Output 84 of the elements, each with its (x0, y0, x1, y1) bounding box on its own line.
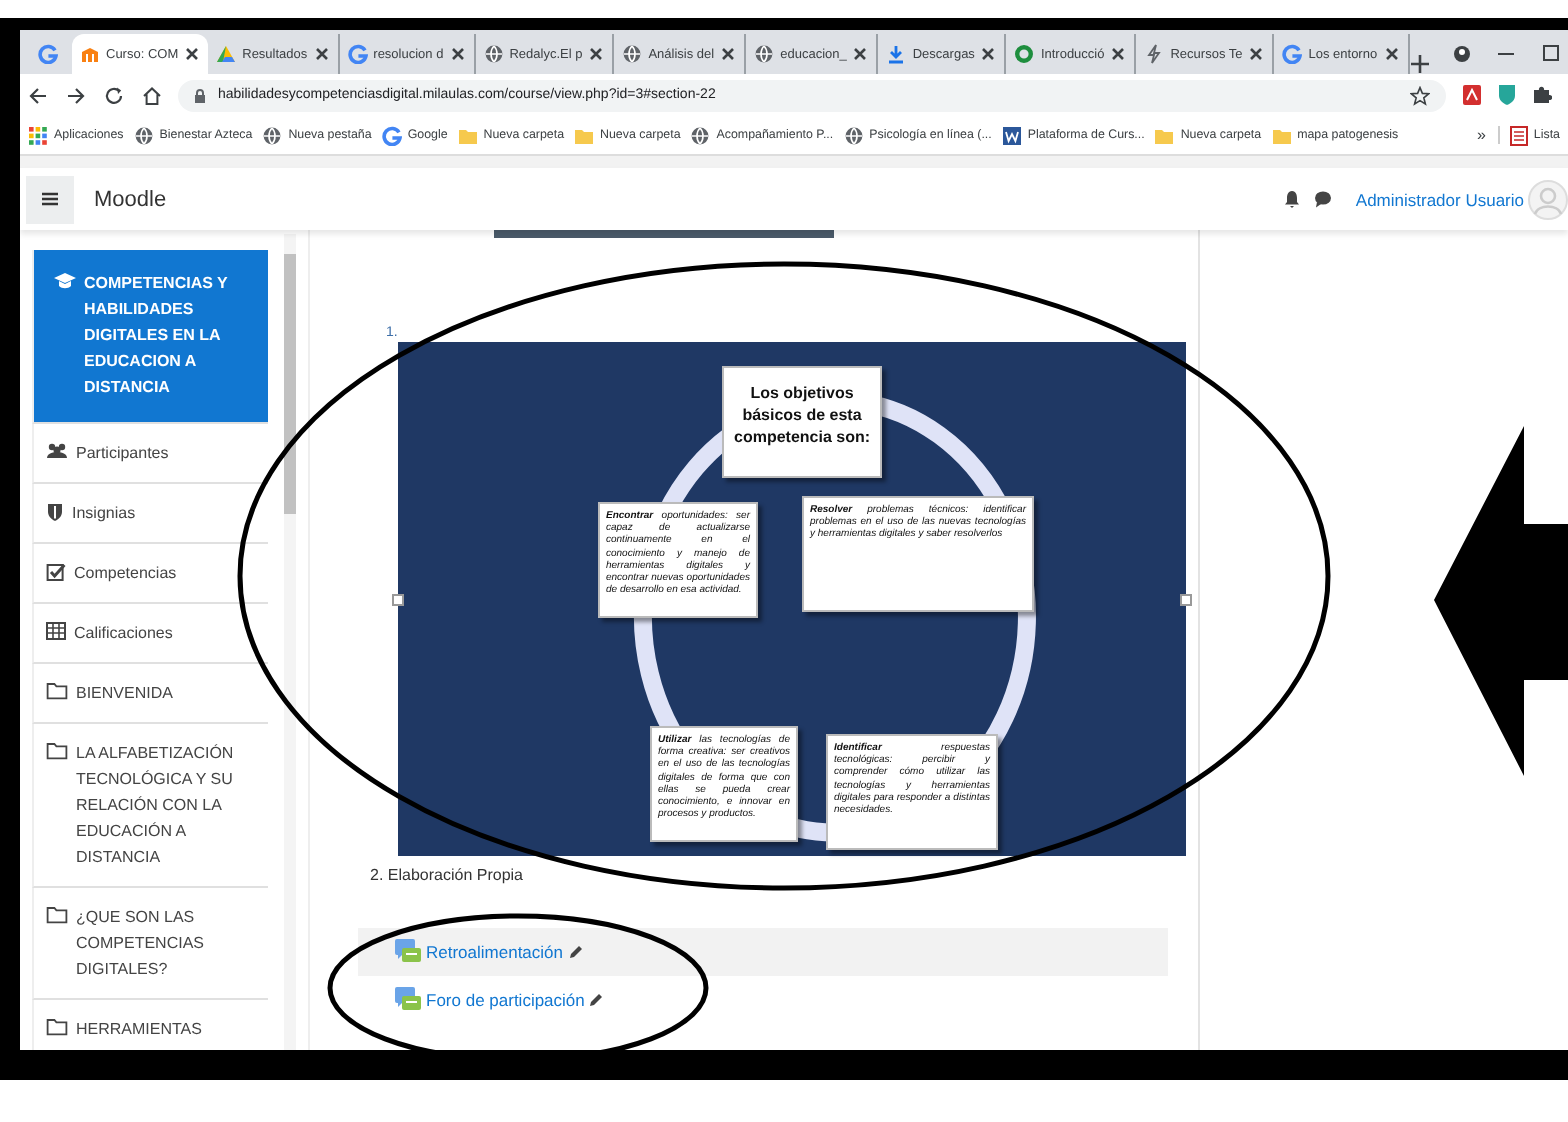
sidebar-item[interactable]: ¿QUE SON LAS COMPETENCIAS DIGITALES? (32, 888, 268, 1000)
close-icon[interactable] (720, 46, 737, 62)
folder-icon (46, 1018, 68, 1036)
close-icon[interactable] (852, 46, 869, 62)
activity-link[interactable]: Foro de participación (426, 990, 585, 1010)
more-bookmarks-button[interactable]: » (1476, 126, 1500, 144)
table-icon (46, 622, 66, 640)
checkbox-icon (46, 562, 66, 582)
forum-icon (394, 986, 422, 1014)
lightning-icon (1144, 44, 1165, 64)
triangle-icon (216, 44, 237, 64)
folder-icon (1154, 125, 1175, 145)
sidebar-item[interactable]: Insignias (32, 484, 268, 544)
figure-caption: 2. Elaboración Propia (370, 866, 525, 884)
resize-handle[interactable] (1180, 594, 1192, 606)
close-icon[interactable] (313, 46, 330, 62)
pencil-icon[interactable] (567, 944, 584, 960)
folder-icon (457, 125, 478, 145)
plus-icon[interactable] (1409, 54, 1430, 74)
google-icon (381, 125, 402, 145)
shield-icon[interactable] (1498, 84, 1516, 106)
star-icon[interactable] (1410, 85, 1430, 105)
google-icon (347, 44, 368, 64)
sidebar-item[interactable]: HERRAMIENTAS (32, 1000, 268, 1050)
menu-button[interactable] (26, 175, 74, 223)
folder-icon (574, 125, 595, 145)
lock-icon (194, 87, 206, 103)
globe-icon (262, 125, 283, 145)
globe-icon (133, 125, 154, 145)
shield-icon (46, 502, 64, 522)
globe-icon (483, 44, 504, 64)
google-icon (38, 44, 58, 64)
home-icon[interactable] (142, 85, 162, 105)
download-icon (886, 44, 907, 64)
users-icon (46, 442, 68, 460)
folder-icon (46, 682, 68, 700)
sidebar-item[interactable]: LA ALFABETIZACIÓN TECNOLÓGICA Y SU RELACIÓN CON LA EDUCACIÓN A DISTANCIA (32, 724, 268, 888)
graduation-cap-icon (54, 272, 76, 290)
sidebar-item[interactable]: Calificaciones (32, 604, 268, 664)
close-icon[interactable] (1110, 46, 1127, 62)
sidebar-item[interactable]: Participantes (32, 424, 268, 484)
activity-row[interactable]: Foro de participación (358, 976, 1168, 1024)
account-icon[interactable] (1452, 44, 1472, 64)
close-icon[interactable] (1383, 46, 1400, 62)
ring-icon (1014, 44, 1035, 64)
resize-handle[interactable] (392, 594, 404, 606)
pencil-icon[interactable] (588, 992, 605, 1008)
apps-grid-icon (28, 125, 48, 145)
sidebar-item[interactable]: COMPETENCIAS Y HABILIDADES DIGITALES EN LA EDUCACION A DISTANCIA (32, 250, 268, 424)
hat-icon (80, 44, 100, 64)
list-icon (1509, 125, 1528, 145)
maximize-icon[interactable] (1540, 44, 1560, 64)
close-icon[interactable] (1248, 46, 1265, 62)
close-icon[interactable] (449, 46, 466, 62)
pdf-icon[interactable] (1462, 84, 1482, 106)
globe-icon (690, 125, 711, 145)
scrollbar-thumb[interactable] (284, 254, 296, 514)
back-arrow-icon[interactable] (28, 85, 48, 105)
folder-icon (46, 742, 68, 760)
forward-arrow-icon[interactable] (66, 85, 86, 105)
globe-icon (754, 44, 775, 64)
activity-link[interactable]: Retroalimentación (426, 942, 564, 962)
close-icon[interactable] (588, 46, 605, 62)
google-icon (1282, 44, 1303, 64)
globe-icon (843, 125, 864, 145)
bell-icon[interactable] (1283, 190, 1300, 208)
sidebar-item[interactable]: Competencias (32, 544, 268, 604)
diagram-title-card: Los objetivos básicos de esta competencia son: (722, 366, 882, 478)
globe-icon (622, 44, 643, 64)
folder-icon (1271, 125, 1292, 145)
close-icon[interactable] (980, 46, 997, 62)
puzzle-icon[interactable] (1532, 84, 1552, 104)
chat-icon[interactable] (1313, 190, 1332, 208)
menu-icon (42, 192, 58, 206)
activity-row[interactable]: Retroalimentación (358, 928, 1168, 976)
user-name[interactable]: Administrador Usuario (1355, 189, 1524, 209)
reload-icon[interactable] (104, 85, 124, 105)
close-icon[interactable] (184, 46, 201, 62)
document-icon (1001, 125, 1022, 145)
folder-icon (46, 906, 68, 924)
forum-icon (394, 938, 422, 966)
site-name[interactable]: Moodle (94, 187, 167, 211)
scrollbar[interactable] (284, 234, 296, 1050)
sidebar-item[interactable]: BIENVENIDA (32, 664, 268, 724)
